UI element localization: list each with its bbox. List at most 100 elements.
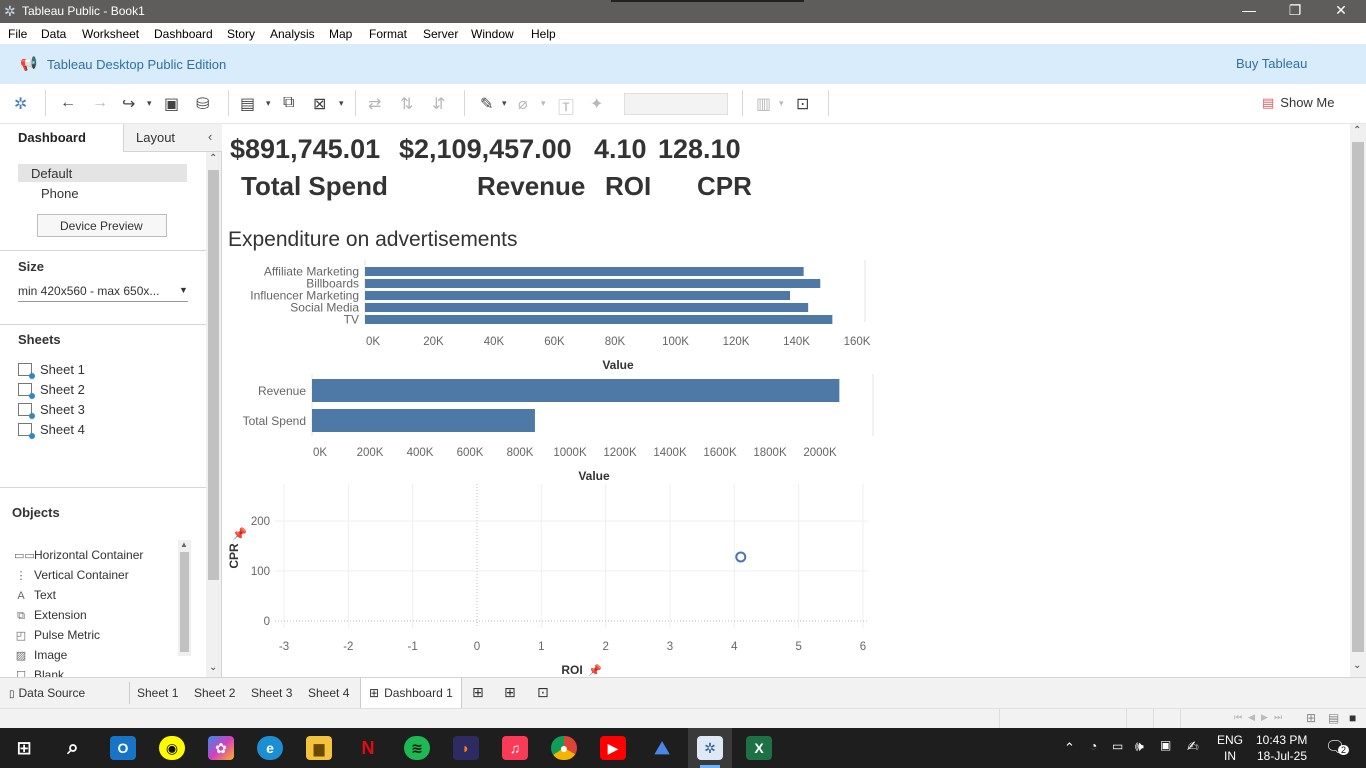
tab-sheet-1[interactable]: Sheet 1 <box>137 686 178 700</box>
netflix-icon[interactable]: N <box>355 736 381 760</box>
show-mark-labels-icon[interactable]: 🅃 <box>558 94 574 118</box>
display-icon[interactable]: ▣ <box>1160 738 1171 752</box>
object-vertical-container[interactable]: ⋮ Vertical Container <box>14 568 129 582</box>
tab-dashboard[interactable]: Dashboard <box>0 124 123 152</box>
nordvpn-icon[interactable]: ⛰ <box>649 736 675 760</box>
file-explorer-icon[interactable]: ▆ <box>306 736 332 760</box>
object-extension[interactable]: ⧉ Extension <box>14 608 87 623</box>
replay-icon[interactable]: ↪ <box>122 94 135 114</box>
menu-data[interactable]: Data <box>41 27 66 41</box>
view-grid-icon[interactable]: ⊞ <box>1306 711 1316 725</box>
device-phone[interactable]: Phone <box>41 186 79 201</box>
spotify-icon[interactable]: ≋ <box>404 736 430 760</box>
panel-scrollbar[interactable]: ⌃ ⌄ <box>206 152 221 677</box>
menu-file[interactable]: File <box>8 27 27 41</box>
device-default[interactable]: Default <box>18 164 187 182</box>
edge-icon[interactable]: e <box>257 736 283 760</box>
view-tabs-icon[interactable]: ■ <box>1349 711 1356 725</box>
buy-tableau-link[interactable]: Buy Tableau <box>1236 56 1307 71</box>
volume-icon[interactable]: 🕪 <box>1135 738 1144 755</box>
scroll-up-icon[interactable]: ⌃ <box>209 153 217 164</box>
tab-dashboard-1[interactable]: ⊞ Dashboard 1 <box>360 678 462 709</box>
canvas-scrollbar[interactable]: ⌃ ⌄ <box>1350 124 1366 677</box>
tab-sheet-3[interactable]: Sheet 3 <box>251 686 292 700</box>
clock-date[interactable]: 18-Jul-25 <box>1257 749 1307 763</box>
scroll-up-icon[interactable]: ⌃ <box>1353 125 1361 136</box>
device-preview-button[interactable]: Device Preview <box>37 214 167 237</box>
sort-descending-icon[interactable]: ⇵ <box>432 94 445 114</box>
lang-region[interactable]: IN <box>1224 749 1236 763</box>
object-image[interactable]: ▨ Image <box>14 648 68 662</box>
sort-ascending-icon[interactable]: ⇅ <box>400 94 413 114</box>
chevron-down-icon[interactable]: ▾ <box>266 98 271 109</box>
tableau-logo-icon[interactable]: ✲ <box>14 94 27 114</box>
object-blank[interactable]: ☐ Blank <box>14 668 64 677</box>
fit-dropdown[interactable] <box>624 93 728 115</box>
undo-icon[interactable]: ← <box>60 94 76 112</box>
scroll-down-icon[interactable]: ⌄ <box>209 662 217 673</box>
presentation-mode-icon[interactable]: ⊡ <box>796 94 809 114</box>
tab-sheet-4[interactable]: Sheet 4 <box>308 686 349 700</box>
scroll-down-icon[interactable]: ⌄ <box>1353 660 1361 671</box>
new-worksheet-tab-icon[interactable]: ⊞ <box>472 684 484 701</box>
object-text[interactable]: A Text <box>14 588 56 602</box>
chevron-down-icon[interactable]: ▾ <box>147 98 152 109</box>
menu-dashboard[interactable]: Dashboard <box>154 27 213 41</box>
size-dropdown[interactable]: min 420x560 - max 650x... ▼ <box>18 282 188 302</box>
close-button[interactable]: ✕ <box>1318 2 1364 22</box>
canvas-scrollbar-thumb[interactable] <box>1352 142 1364 652</box>
duplicate-sheet-icon[interactable]: ⧉ <box>283 94 294 112</box>
sheet-item-4[interactable]: Sheet 4 <box>18 422 85 439</box>
redo-icon[interactable]: → <box>92 94 108 112</box>
tab-data-source[interactable]: ▯ Data Source <box>9 686 85 700</box>
view-filmstrip-icon[interactable]: ▤ <box>1328 711 1339 725</box>
menu-story[interactable]: Story <box>227 27 255 41</box>
tray-expand-icon[interactable]: ⌃ <box>1064 740 1075 756</box>
tab-sheet-2[interactable]: Sheet 2 <box>194 686 235 700</box>
menu-analysis[interactable]: Analysis <box>270 27 315 41</box>
battery-icon[interactable]: ▭ <box>1112 739 1123 753</box>
chevron-down-icon[interactable]: ▾ <box>779 98 784 109</box>
object-horizontal-container[interactable]: ▭▭Horizontal Container <box>14 548 143 562</box>
sheet-item-1[interactable]: Sheet 1 <box>18 362 85 379</box>
sheet-item-3[interactable]: Sheet 3 <box>18 402 85 419</box>
restore-button[interactable]: ❐ <box>1272 2 1318 22</box>
chevron-down-icon[interactable]: ▾ <box>339 98 344 109</box>
chevron-down-icon[interactable]: ▾ <box>502 98 507 109</box>
panel-scrollbar-thumb[interactable] <box>208 170 219 580</box>
fix-axes-icon[interactable]: ✦ <box>590 94 603 114</box>
new-story-tab-icon[interactable]: ⊡ <box>537 684 549 701</box>
new-worksheet-icon[interactable]: ▤ <box>240 94 255 114</box>
scroll-up-icon[interactable]: ▲ <box>180 540 188 549</box>
menu-help[interactable]: Help <box>531 27 556 41</box>
chevron-down-icon[interactable]: ▾ <box>541 98 546 109</box>
cricket-app-icon[interactable]: ◗ <box>453 736 479 760</box>
group-members-icon[interactable]: ⌀ <box>518 94 528 114</box>
collapse-panel-icon[interactable]: ‹ <box>208 129 212 144</box>
search-icon[interactable]: ⌕ <box>60 736 86 760</box>
snapchat-icon[interactable]: ◉ <box>159 736 185 760</box>
minimize-button[interactable]: — <box>1226 2 1272 22</box>
revenue-vs-spend-bar-chart[interactable]: Revenue Total Spend 0K 200K 400K 600K 800K 1000… <box>223 374 878 486</box>
menu-format[interactable]: Format <box>369 27 407 41</box>
menu-map[interactable]: Map <box>329 27 352 41</box>
menu-worksheet[interactable]: Worksheet <box>82 27 139 41</box>
clear-sheet-icon[interactable]: ⊠ <box>313 94 326 114</box>
channel-spend-bar-chart[interactable]: Affiliate MarketingBillboardsInfluencer … <box>223 258 878 376</box>
chrome-icon[interactable]: ● <box>551 736 577 760</box>
objects-scrollbar-thumb[interactable] <box>180 552 189 652</box>
new-data-source-icon[interactable]: ⛁ <box>196 94 209 114</box>
save-icon[interactable]: ▣ <box>164 94 179 114</box>
object-pulse-metric[interactable]: ◰ Pulse Metric <box>14 628 100 642</box>
wifi-icon[interactable]: ◔ <box>1090 739 1097 753</box>
show-me-button[interactable]: ▤ Show Me <box>1262 95 1335 111</box>
tab-layout[interactable]: Layout ‹ <box>123 124 222 152</box>
menu-window[interactable]: Window <box>471 27 514 41</box>
objects-scrollbar[interactable] <box>178 540 191 656</box>
tableau-taskbar-icon[interactable]: ✲ <box>697 736 723 760</box>
show-cards-icon[interactable]: ▥ <box>756 94 771 114</box>
clock-time[interactable]: 10:43 PM <box>1256 733 1307 747</box>
roi-cpr-scatter-chart[interactable]: 0 100 200 -3 -2 -1 0 1 2 3 4 5 6 CPR 📌 ROI 📌 <box>223 480 873 677</box>
pen-icon[interactable]: ✍ <box>1187 738 1199 755</box>
sheet-item-2[interactable]: Sheet 2 <box>18 382 85 399</box>
